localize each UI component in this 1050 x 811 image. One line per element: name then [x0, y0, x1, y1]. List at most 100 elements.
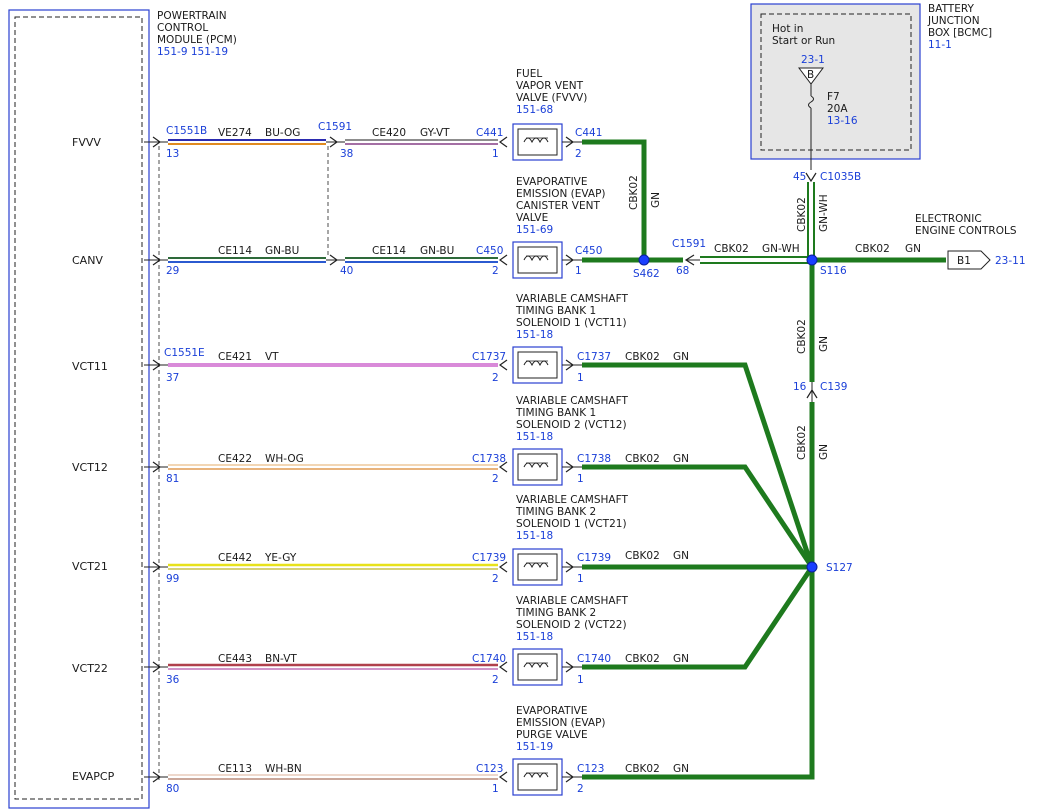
vct11-gnd-color: GN [673, 351, 689, 363]
bjb-bus-letter: B [807, 69, 814, 81]
splice-s462-label: S462 [633, 268, 660, 280]
canv-dev-pin-in: 2 [492, 265, 499, 277]
vct12-ground-wire [582, 464, 815, 569]
ecu-wire-color: GN [905, 243, 921, 255]
vct22-dev-pin-in: 2 [492, 674, 499, 686]
evapcp-dev-pin-in: 1 [492, 783, 499, 795]
evapcp-dev-pin-out: 2 [577, 783, 584, 795]
vct21-pcm-pin: 99 [166, 573, 179, 585]
evapcp-pcm-pin: 80 [166, 783, 179, 795]
vct11-circ: CE421 [218, 351, 252, 363]
ecu-ref: 23-11 [995, 255, 1026, 267]
vct11-pcm-conn: C1551E [164, 347, 205, 359]
evapcp-circuit: 80 CE113 WH-BN C123 1 C123 2 CBK02 GN EV… [144, 705, 689, 796]
vct12-dev-conn-in: C1738 [472, 453, 506, 465]
vct21-dev-ref: 151-18 [516, 530, 553, 542]
canv-circuit: 29 CE114 GN-BU 40 CE114 GN-BU C450 2 C45… [144, 176, 606, 279]
vct11-circuit: C1551E 37 CE421 VT C1737 2 C1737 1 CBK02… [144, 293, 689, 384]
vct22-color: BN-VT [265, 653, 297, 665]
pcm-pin-vct12: VCT12 [72, 461, 108, 474]
gnwh-color: GN-WH [762, 243, 800, 255]
pcm-pin-vct21: VCT21 [72, 560, 108, 573]
vct22-gnd-color: GN [673, 653, 689, 665]
fvvv-dev-conn-in: C441 [476, 127, 503, 139]
canv-w2-circ: CE114 [372, 245, 406, 257]
fvvv-mid-pin: 38 [340, 148, 353, 160]
fvvv-pcm-pin: 13 [166, 148, 179, 160]
evapcp-dev-conn-in: C123 [476, 763, 503, 775]
pcm-inner-frame [14, 16, 143, 800]
vct22-dev-title-1: VARIABLE CAMSHAFT [516, 595, 628, 607]
c1591-gnd-pin: 68 [676, 265, 689, 277]
vct21-dev-conn-out: C1739 [577, 552, 611, 564]
pcm-pin-fvvv: FVVV [72, 136, 101, 149]
vct22-circuit: 36 CE443 BN-VT C1740 2 C1740 1 CBK02 GN … [144, 595, 689, 686]
vct12-gnd-color: GN [673, 453, 689, 465]
canv-w2-color: GN-BU [420, 245, 454, 257]
canv-dev-ref: 151-69 [516, 224, 553, 236]
vct11-dev-ref: 151-18 [516, 329, 553, 341]
vct22-dev-ref: 151-18 [516, 631, 553, 643]
c139-conn: C139 [820, 381, 847, 393]
vct22-pcm-pin: 36 [166, 674, 180, 686]
vct22-dev-conn-out: C1740 [577, 653, 611, 665]
fvvv-w2-color: GY-VT [420, 127, 450, 139]
fvvv-w1-circ: VE274 [218, 127, 252, 139]
fvvv-dev-pin-in: 1 [492, 148, 499, 160]
vct21-dev-conn-in: C1739 [472, 552, 506, 564]
vct11-dev-title-2: TIMING BANK 1 [515, 305, 596, 317]
bjb-title-line3: BOX [BCMC] [928, 27, 992, 39]
fvvv-dev-title-2: VAPOR VENT [516, 80, 584, 92]
fvvv-pcm-conn: C1551B [166, 125, 207, 137]
ecu-tag-label: B1 [957, 255, 971, 267]
vct12-dev-title-3: SOLENOID 2 (VCT12) [516, 419, 627, 431]
fvvv-dev-title-3: VALVE (FVVV) [516, 92, 587, 104]
fvvv-w1-color: BU-OG [265, 127, 300, 139]
evapcp-circ: CE113 [218, 763, 252, 775]
vct12-circ: CE422 [218, 453, 252, 465]
bjb-hot-line2: Start or Run [772, 35, 835, 47]
canv-dev-conn-in: C450 [476, 245, 503, 257]
vct22-gnd-circ: CBK02 [625, 653, 660, 665]
canv-w1-color: GN-BU [265, 245, 299, 257]
bjb-drop-circ: CBK02 [796, 197, 808, 232]
vct12-dev-ref: 151-18 [516, 431, 553, 443]
vct12-dev-pin-in: 2 [492, 473, 499, 485]
vct12-dev-title-1: VARIABLE CAMSHAFT [516, 395, 628, 407]
bjb-title-line1: BATTERY [928, 3, 974, 15]
fvvv-dev-title-1: FUEL [516, 68, 542, 80]
battery-junction-box: BATTERY JUNCTION BOX [BCMC] 11-1 Hot in … [750, 3, 992, 170]
evapcp-dev-ref: 151-19 [516, 741, 553, 753]
vct12-circuit: 81 CE422 WH-OG C1738 2 C1738 1 CBK02 GN … [144, 395, 689, 486]
vct12-dev-pin-out: 1 [577, 473, 584, 485]
pcm-title-line3: MODULE (PCM) [157, 34, 237, 46]
canv-dev-title-1: EVAPORATIVE [516, 176, 588, 188]
bjb-title-line2: JUNCTION [927, 15, 980, 27]
vct21-gnd-circ: CBK02 [625, 550, 660, 562]
fvvv-mid-conn: C1591 [318, 121, 352, 133]
vct11-gnd-circ: CBK02 [625, 351, 660, 363]
vct21-gnd-color: GN [673, 550, 689, 562]
vct12-color: WH-OG [265, 453, 304, 465]
vct22-circ: CE443 [218, 653, 252, 665]
vct22-dev-title-2: TIMING BANK 2 [515, 607, 596, 619]
gnwh-circ: CBK02 [714, 243, 749, 255]
vct11-pcm-pin: 37 [166, 372, 179, 384]
bjb-hot-line1: Hot in [772, 23, 803, 35]
vct12-pcm-pin: 81 [166, 473, 179, 485]
vct21-circuit: 99 CE442 YE-GY C1739 2 C1739 1 CBK02 GN … [144, 494, 689, 586]
canv-pcm-pin: 29 [166, 265, 179, 277]
canv-w1-circ: CE114 [218, 245, 252, 257]
vct21-color: YE-GY [264, 552, 297, 564]
pcm-pin-vct11: VCT11 [72, 360, 108, 373]
splice-s116-icon [806, 254, 818, 266]
ecu-wire-circ: CBK02 [855, 243, 890, 255]
pcm-title-line2: CONTROL [157, 22, 208, 34]
ecu-title-line2: ENGINE CONTROLS [915, 225, 1017, 237]
canv-dev-conn-out: C450 [575, 245, 602, 257]
canv-dev-title-4: VALVE [516, 212, 548, 224]
c1035b-arrow-icon [805, 172, 817, 183]
wiring-diagram: POWERTRAIN CONTROL MODULE (PCM) 151-9 15… [8, 3, 1026, 809]
fvvv-dev-ref: 151-68 [516, 104, 553, 116]
vct11-dev-title-1: VARIABLE CAMSHAFT [516, 293, 628, 305]
